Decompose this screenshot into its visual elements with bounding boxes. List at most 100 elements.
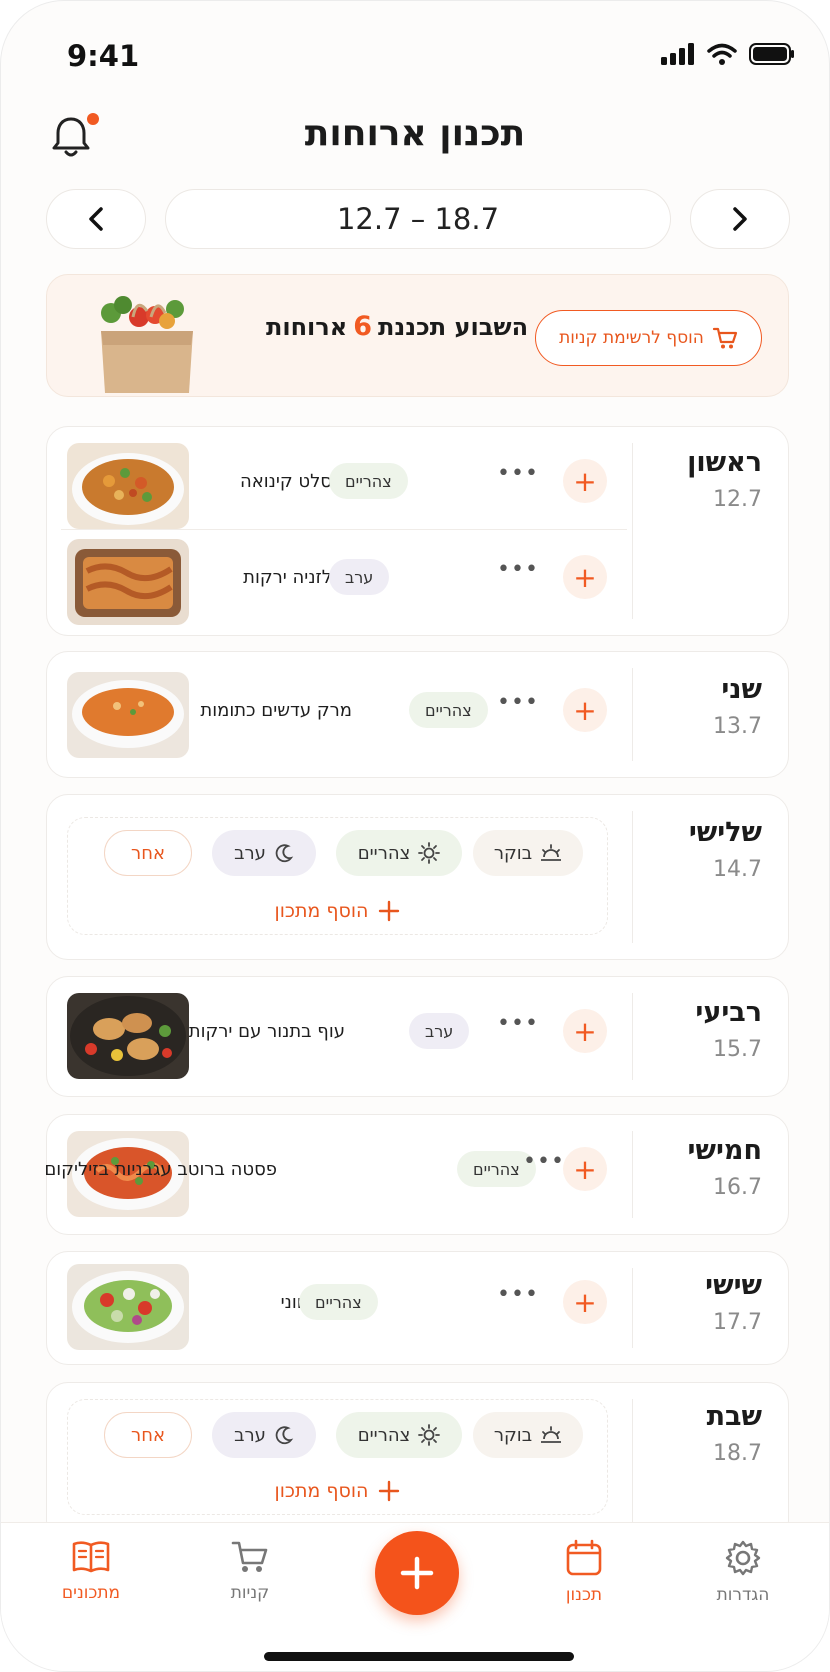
lunch-chip-label: צהריים xyxy=(357,1424,411,1446)
meal-image-quinoa-salad xyxy=(67,443,189,529)
add-meal-button[interactable]: + xyxy=(563,688,607,732)
nav-settings[interactable]: הגדרות xyxy=(683,1539,803,1605)
more-options-icon[interactable]: ••• xyxy=(523,1149,565,1174)
add-recipe-button[interactable]: הוסף מתכון xyxy=(68,1480,607,1502)
other-chip-label: אחר xyxy=(131,1424,165,1446)
day-divider xyxy=(632,993,633,1080)
morning-chip[interactable]: בוקר xyxy=(473,1412,583,1458)
morning-chip-label: בוקר xyxy=(493,1424,533,1446)
meal-name: לזניה ירקות xyxy=(243,567,332,588)
meal-name: מרק עדשים כתומות xyxy=(200,700,352,721)
day-card-saturday: שבת 18.7 בוקר צהריים ערב אחר הוסף מתכון xyxy=(46,1382,789,1542)
day-name: שבת xyxy=(706,1401,762,1432)
empty-day-slot: בוקר צהריים ערב אחר הוסף מתכון xyxy=(67,817,608,935)
plus-icon xyxy=(400,1556,434,1590)
day-card-monday: שני 13.7 מרק עדשים כתומות צהריים ••• + xyxy=(46,651,789,778)
meal-time-tag: צהריים xyxy=(299,1284,378,1320)
day-divider xyxy=(632,811,633,943)
nav-planner-label: תכנון xyxy=(565,1585,603,1605)
other-chip[interactable]: אחר xyxy=(104,830,192,876)
meal-row[interactable]: מרק עדשים כתומות צהריים ••• + xyxy=(67,672,607,762)
meal-image-vegetable-lasagna xyxy=(67,539,189,625)
day-date: 15.7 xyxy=(713,1037,762,1062)
meal-name: עוף בתנור עם ירקות xyxy=(188,1021,345,1042)
other-chip-label: אחר xyxy=(131,842,165,864)
other-chip[interactable]: אחר xyxy=(104,1412,192,1458)
day-date: 12.7 xyxy=(713,487,762,512)
chevron-left-icon xyxy=(89,207,103,231)
add-meal-button[interactable]: + xyxy=(563,1280,607,1324)
day-name: שלישי xyxy=(688,817,762,848)
meal-row[interactable]: פסטה ברוטב עגבניות בזיליקום צהריים ••• + xyxy=(44,1131,607,1221)
nav-recipes[interactable]: מתכונים xyxy=(31,1539,151,1603)
grocery-bag-image xyxy=(101,296,193,393)
add-meal-button[interactable]: + xyxy=(563,459,607,503)
next-week-button[interactable] xyxy=(690,189,790,249)
summary-text-after: ארוחות xyxy=(265,313,348,341)
day-card-wednesday: רביעי 15.7 עוף בתנור עם ירקות ערב ••• + xyxy=(46,976,789,1097)
dinner-chip[interactable]: ערב xyxy=(212,830,316,876)
day-date: 13.7 xyxy=(713,714,762,739)
meal-row[interactable]: עוף בתנור עם ירקות ערב ••• + xyxy=(67,993,607,1083)
book-icon xyxy=(72,1541,110,1573)
meal-row[interactable]: לזניה ירקות ערב ••• + xyxy=(67,539,607,629)
more-options-icon[interactable]: ••• xyxy=(497,690,539,715)
meal-time-tag: צהריים xyxy=(409,692,488,728)
meal-image-greek-salad xyxy=(67,1264,189,1350)
morning-chip-label: בוקר xyxy=(493,842,533,864)
nav-planner[interactable]: תכנון xyxy=(524,1539,644,1605)
previous-week-button[interactable] xyxy=(46,189,146,249)
lunch-chip-label: צהריים xyxy=(357,842,411,864)
day-name: שישי xyxy=(705,1270,762,1301)
day-date: 16.7 xyxy=(713,1175,762,1200)
add-meal-button[interactable]: + xyxy=(563,1147,607,1191)
week-range[interactable]: 12.7 – 18.7 xyxy=(165,189,671,249)
home-indicator xyxy=(264,1652,574,1661)
more-options-icon[interactable]: ••• xyxy=(497,461,539,486)
cart-icon xyxy=(231,1541,268,1572)
nav-shopping-label: קניות xyxy=(230,1583,270,1603)
meal-time-tag: צהריים xyxy=(329,463,408,499)
add-meal-button[interactable]: + xyxy=(563,1009,607,1053)
dinner-chip-label: ערב xyxy=(234,842,266,864)
chevron-right-icon xyxy=(733,207,747,231)
day-card-thursday: חמישי 16.7 פסטה ברוטב עגבניות בזיליקום צ… xyxy=(44,1114,789,1235)
more-options-icon[interactable]: ••• xyxy=(497,1011,539,1036)
day-card-friday: שישי 17.7 סלט יווני צהריים ••• + xyxy=(46,1251,789,1365)
lunch-chip[interactable]: צהריים xyxy=(336,1412,462,1458)
status-time: 9:41 xyxy=(67,39,140,73)
add-button[interactable] xyxy=(375,1531,459,1615)
day-divider xyxy=(632,668,633,761)
lunch-chip[interactable]: צהריים xyxy=(336,830,462,876)
summary-text-before: השבוע תכננת xyxy=(378,313,529,341)
more-options-icon[interactable]: ••• xyxy=(497,1282,539,1307)
add-to-shopping-list-button[interactable]: הוסף לרשימת קניות xyxy=(535,310,762,366)
row-separator xyxy=(61,529,627,530)
add-meal-button[interactable]: + xyxy=(563,555,607,599)
plus-icon xyxy=(379,1480,400,1502)
weekly-summary-banner: השבוע תכננת6ארוחות הוסף לרשימת קניות xyxy=(46,274,789,397)
day-name: שני xyxy=(721,674,762,705)
add-to-shopping-list-label: הוסף לרשימת קניות xyxy=(559,328,704,348)
day-divider xyxy=(632,443,633,619)
dinner-chip[interactable]: ערב xyxy=(212,1412,316,1458)
add-recipe-label: הוסף מתכון xyxy=(274,1480,369,1502)
bottom-navigation: מתכונים קניות תכנון הגדרות xyxy=(1,1522,829,1671)
dinner-chip-label: ערב xyxy=(234,1424,266,1446)
cart-icon xyxy=(712,327,737,349)
day-divider xyxy=(632,1268,633,1348)
more-options-icon[interactable]: ••• xyxy=(497,557,539,582)
nav-shopping[interactable]: קניות xyxy=(190,1539,310,1603)
sun-icon xyxy=(418,842,441,864)
sunrise-icon xyxy=(541,844,562,861)
morning-chip[interactable]: בוקר xyxy=(473,830,583,876)
wifi-icon xyxy=(707,43,737,65)
meal-row[interactable]: סלט קינואה צהריים ••• + xyxy=(67,443,607,533)
summary-text: השבוע תכננת6ארוחות xyxy=(242,311,552,342)
day-date: 18.7 xyxy=(713,1441,762,1466)
add-recipe-button[interactable]: הוסף מתכון xyxy=(68,900,607,922)
meal-row[interactable]: סלט יווני צהריים ••• + xyxy=(67,1264,607,1354)
day-card-sunday: ראשון 12.7 סלט קינואה צהריים ••• + לזניה… xyxy=(46,426,789,636)
day-date: 14.7 xyxy=(713,857,762,882)
day-name: חמישי xyxy=(687,1135,762,1166)
